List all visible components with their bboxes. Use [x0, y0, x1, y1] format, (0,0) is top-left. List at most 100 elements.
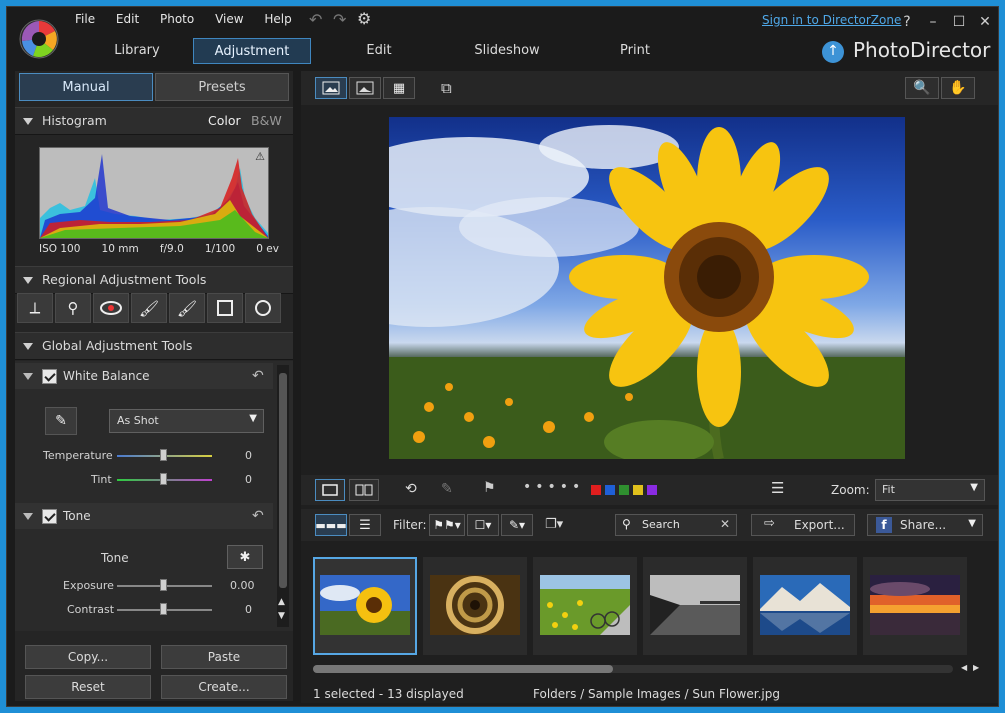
search-input[interactable]: Search — [642, 518, 680, 531]
scroll-up-icon[interactable]: ▲ — [278, 597, 285, 607]
tab-library[interactable]: Library — [77, 38, 197, 64]
white-balance-select[interactable]: As Shot ▼ — [109, 409, 264, 433]
red-eye-icon[interactable] — [93, 293, 129, 323]
export-button[interactable]: ⇨ Export... — [751, 514, 855, 536]
reset-button[interactable]: Reset — [25, 675, 151, 699]
flag-filter-icon[interactable]: ⚑⚑▾ — [429, 514, 465, 536]
temperature-slider-thumb[interactable] — [160, 449, 167, 461]
white-balance-header[interactable]: White Balance ↶ — [15, 363, 273, 389]
clipping-warning-icon[interactable]: ⚠ — [255, 150, 265, 163]
temperature-value[interactable]: 0 — [245, 449, 252, 462]
menu-edit[interactable]: Edit — [116, 12, 139, 26]
scroll-left-icon[interactable]: ◀ — [961, 663, 967, 672]
rating-stars[interactable]: ••••• — [523, 479, 584, 495]
tab-slideshow[interactable]: Slideshow — [447, 38, 567, 64]
tab-edit[interactable]: Edit — [319, 38, 439, 64]
undo-icon[interactable]: ↶ — [309, 10, 322, 29]
clear-search-icon[interactable]: ✕ — [720, 517, 730, 531]
thumbnail-pier[interactable] — [643, 557, 747, 655]
reset-tone-icon[interactable]: ↶ — [252, 503, 264, 529]
help-button[interactable]: ? — [897, 13, 917, 31]
tone-header[interactable]: Tone ↶ — [15, 503, 273, 529]
exposure-slider-thumb[interactable] — [160, 579, 167, 591]
edit-filter-icon[interactable]: ✎▾ — [501, 514, 533, 536]
edit-pencil-icon[interactable]: ✎ — [441, 481, 453, 497]
sort-list-icon[interactable]: ☰ — [771, 479, 784, 497]
tab-manual[interactable]: Manual — [19, 73, 153, 101]
zoom-tool-icon[interactable]: 🔍 — [905, 77, 939, 99]
filmstrip-scrollbar-thumb[interactable] — [313, 665, 613, 673]
white-balance-checkbox[interactable] — [42, 369, 57, 384]
tab-presets[interactable]: Presets — [155, 73, 289, 101]
thumbnail-sun-flower[interactable] — [313, 557, 417, 655]
thumbnail-mountain-lake[interactable] — [753, 557, 857, 655]
settings-gear-icon[interactable]: ⚙ — [357, 9, 371, 28]
zoom-select[interactable]: Fit ▼ — [875, 479, 985, 501]
dual-layout-icon[interactable] — [349, 479, 379, 501]
panel-scrollbar[interactable]: ▲ ▼ — [277, 365, 289, 627]
filmstrip-view-icon[interactable]: ▬▬▬ — [315, 514, 347, 536]
red-label-swatch[interactable] — [591, 485, 601, 495]
auto-tone-icon[interactable]: ✱ — [227, 545, 263, 569]
single-view-icon[interactable] — [315, 77, 347, 99]
redo-icon[interactable]: ↷ — [333, 10, 346, 29]
tint-slider-thumb[interactable] — [160, 473, 167, 485]
color-label-swatches[interactable] — [591, 484, 661, 498]
tone-checkbox[interactable] — [42, 509, 57, 524]
list-view-icon[interactable]: ☰ — [349, 514, 381, 536]
compare-view-icon[interactable] — [349, 77, 381, 99]
close-icon[interactable]: ✕ — [975, 13, 995, 31]
tint-value[interactable]: 0 — [245, 473, 252, 486]
menu-help[interactable]: Help — [264, 12, 291, 26]
thumbnail-spiral[interactable] — [423, 557, 527, 655]
spot-removal-icon[interactable]: ⚲ — [55, 293, 91, 323]
flag-icon[interactable]: ⚑ — [483, 480, 496, 496]
histogram-color-toggle[interactable]: Color — [208, 108, 241, 134]
square-mask-icon[interactable] — [207, 293, 243, 323]
sign-in-link[interactable]: Sign in to DirectorZone — [762, 13, 901, 27]
gradient-brush-icon[interactable]: 🖌 — [169, 293, 205, 323]
histogram-header[interactable]: Histogram Color B&W — [15, 107, 293, 135]
yellow-label-swatch[interactable] — [633, 485, 643, 495]
menu-photo[interactable]: Photo — [160, 12, 194, 26]
maximize-icon[interactable]: ☐ — [949, 13, 969, 31]
search-box[interactable]: ⚲ Search ✕ — [615, 514, 737, 536]
create-preset-button[interactable]: Create... — [161, 675, 287, 699]
menu-file[interactable]: File — [75, 12, 95, 26]
thumbnail-field-bike[interactable] — [533, 557, 637, 655]
circle-mask-icon[interactable] — [245, 293, 281, 323]
rotate-icon[interactable]: ⟲ — [405, 481, 417, 497]
contrast-slider-thumb[interactable] — [160, 603, 167, 615]
copy-button[interactable]: Copy... — [25, 645, 151, 669]
label-filter-icon[interactable]: ☐▾ — [467, 514, 499, 536]
regional-tools-header[interactable]: Regional Adjustment Tools — [15, 266, 293, 294]
eyedropper-icon[interactable]: ✎ — [45, 407, 77, 435]
histogram-bw-toggle[interactable]: B&W — [251, 108, 282, 134]
minimize-icon[interactable]: – — [923, 13, 943, 31]
crop-icon[interactable]: ⟂ — [17, 293, 53, 323]
menu-view[interactable]: View — [215, 12, 243, 26]
purple-label-swatch[interactable] — [647, 485, 657, 495]
scroll-right-icon[interactable]: ▶ — [973, 663, 979, 672]
contrast-value[interactable]: 0 — [245, 603, 252, 616]
tab-print[interactable]: Print — [575, 38, 695, 64]
global-tools-header[interactable]: Global Adjustment Tools — [15, 332, 293, 360]
paste-button[interactable]: Paste — [161, 645, 287, 669]
filmstrip-scrollbar[interactable] — [313, 665, 953, 673]
rotate-screen-icon[interactable]: ⧉ — [441, 79, 452, 97]
stack-icon[interactable]: ❐▾ — [545, 517, 563, 532]
photo-preview[interactable] — [389, 117, 905, 459]
blue-label-swatch[interactable] — [605, 485, 615, 495]
scrollbar-thumb[interactable] — [279, 373, 287, 588]
exposure-value[interactable]: 0.00 — [230, 579, 255, 592]
grid-view-icon[interactable]: ▦ — [383, 77, 415, 99]
brush-icon[interactable]: 🖌 — [131, 293, 167, 323]
green-label-swatch[interactable] — [619, 485, 629, 495]
single-layout-icon[interactable] — [315, 479, 345, 501]
reset-white-balance-icon[interactable]: ↶ — [252, 363, 264, 389]
share-button[interactable]: f Share... ▼ — [867, 514, 983, 536]
thumbnail-sunset[interactable] — [863, 557, 967, 655]
scroll-down-icon[interactable]: ▼ — [278, 611, 285, 621]
pan-hand-icon[interactable]: ✋ — [941, 77, 975, 99]
tab-adjustment[interactable]: Adjustment — [193, 38, 311, 64]
